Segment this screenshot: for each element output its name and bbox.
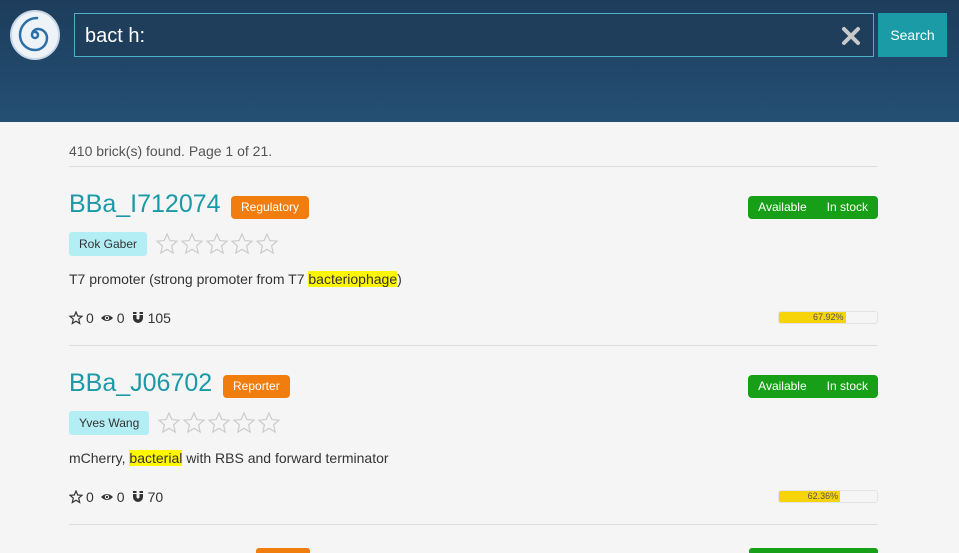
star-outline-icon[interactable] <box>207 411 231 435</box>
magnet-icon <box>132 312 143 323</box>
stars-count: 0 <box>86 310 94 326</box>
progress-label: 62.36% <box>807 491 839 501</box>
divider <box>69 524 878 525</box>
views-count: 0 <box>116 489 125 505</box>
author-tag[interactable]: Yves Wang <box>69 411 150 435</box>
brick-name-link[interactable]: BBa_I712074 <box>69 190 221 219</box>
uses-count: 70 <box>147 489 164 505</box>
close-icon[interactable] <box>840 25 862 47</box>
views-count: 0 <box>116 310 125 326</box>
header: Search <box>0 0 959 122</box>
description-text: with RBS and forward terminator <box>182 450 389 466</box>
progress-bar: 67.92% <box>778 311 878 324</box>
eye-icon <box>100 315 113 321</box>
brick-description: mCherry, bacterial with RBS and forward … <box>69 450 389 466</box>
rating-stars[interactable] <box>155 232 280 256</box>
progress-bar: 62.36% <box>778 490 878 503</box>
star-outline-icon[interactable] <box>182 411 206 435</box>
search-highlight: bacterial <box>129 450 183 466</box>
brick-name-link[interactable]: BBa_J06702 <box>69 369 212 398</box>
star-icon <box>69 311 83 325</box>
status-badge: Available In stock <box>748 196 878 219</box>
star-outline-icon[interactable] <box>157 411 181 435</box>
brick-stats: 0 0 105 <box>69 310 177 326</box>
divider <box>69 166 878 167</box>
description-text: mCherry, <box>69 450 130 466</box>
search-button[interactable]: Search <box>878 13 947 57</box>
logo[interactable] <box>10 10 60 60</box>
result-card: BBa_J06702 Reporter Available In stock Y… <box>69 369 878 547</box>
status-badge: Available In stock <box>748 375 878 398</box>
availability-label: Available <box>758 379 807 393</box>
brick-stats: 0 0 70 <box>69 489 169 505</box>
results-summary: 410 brick(s) found. Page 1 of 21. <box>69 143 273 159</box>
progress-label: 67.92% <box>813 312 844 322</box>
eye-icon <box>100 494 113 500</box>
search-highlight: bacteriophage <box>308 271 398 287</box>
star-outline-icon[interactable] <box>230 232 254 256</box>
star-outline-icon[interactable] <box>180 232 204 256</box>
star-outline-icon[interactable] <box>255 232 279 256</box>
star-outline-icon[interactable] <box>232 411 256 435</box>
availability-label: Available <box>758 200 807 214</box>
star-outline-icon[interactable] <box>205 232 229 256</box>
uses-count: 105 <box>147 310 171 326</box>
spiral-logo-icon <box>18 16 49 52</box>
description-text: T7 promoter (strong promoter from T7 <box>69 271 309 287</box>
divider <box>69 345 878 346</box>
search-box <box>74 13 874 57</box>
description-text: ) <box>397 271 402 287</box>
search-input[interactable] <box>85 22 825 50</box>
star-outline-icon[interactable] <box>257 411 281 435</box>
next-status-badge <box>749 548 878 553</box>
stock-label: In stock <box>826 200 868 214</box>
type-badge: Reporter <box>223 375 290 398</box>
magnet-icon <box>132 491 143 502</box>
result-card: BBa_I712074 Regulatory Available In stoc… <box>69 190 878 368</box>
star-outline-icon[interactable] <box>155 232 179 256</box>
star-icon <box>69 490 83 504</box>
stars-count: 0 <box>86 489 94 505</box>
brick-description: T7 promoter (strong promoter from T7 bac… <box>69 271 402 287</box>
rating-stars[interactable] <box>157 411 282 435</box>
next-type-badge <box>256 548 310 553</box>
stock-label: In stock <box>826 379 868 393</box>
type-badge: Regulatory <box>231 196 310 219</box>
author-tag[interactable]: Rok Gaber <box>69 232 148 256</box>
